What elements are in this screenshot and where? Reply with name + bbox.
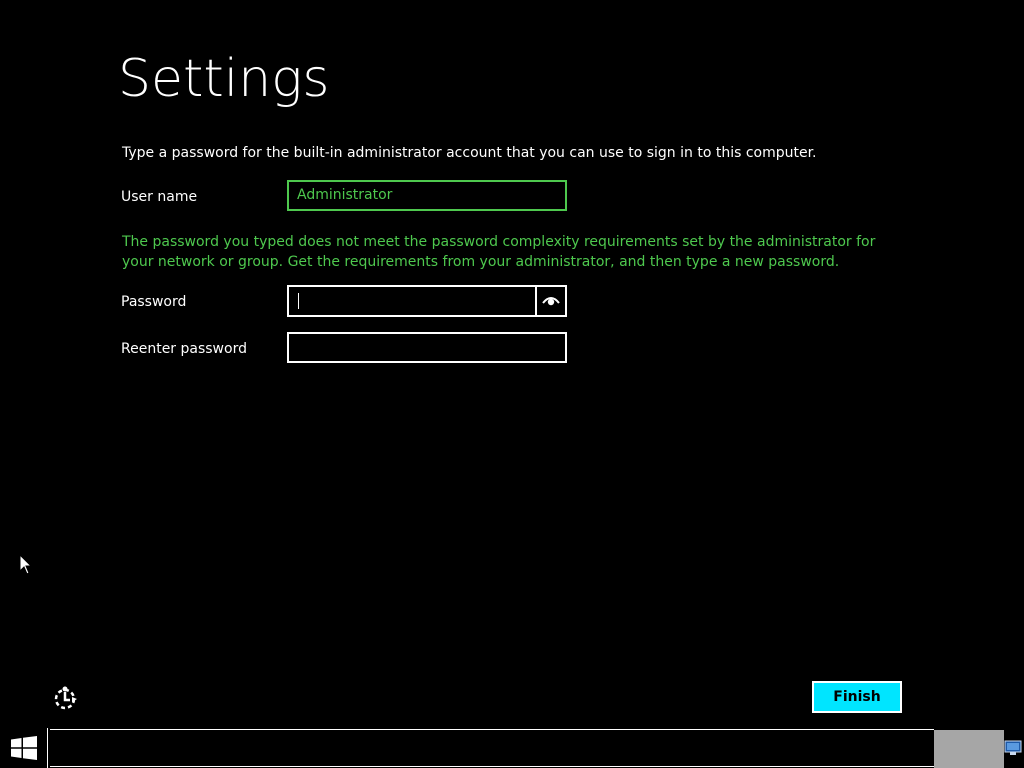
eye-icon xyxy=(542,297,560,306)
password-field[interactable] xyxy=(289,287,537,315)
page-title: Settings xyxy=(118,49,330,109)
mouse-pointer-icon xyxy=(19,554,33,575)
taskbar-app-area[interactable] xyxy=(934,730,1004,768)
network-icon[interactable] xyxy=(1004,740,1022,756)
setup-screen: Settings Type a password for the built-i… xyxy=(0,0,1024,768)
windows-logo-icon xyxy=(10,736,37,760)
ease-of-access-icon xyxy=(54,686,77,710)
intro-text: Type a password for the built-in adminis… xyxy=(122,145,817,161)
text-caret xyxy=(298,293,299,309)
username-label: User name xyxy=(121,189,198,205)
reenter-password-field[interactable] xyxy=(287,332,567,363)
taskbar-band[interactable] xyxy=(50,729,934,767)
start-button[interactable] xyxy=(0,728,48,768)
error-message: The password you typed does not meet the… xyxy=(122,234,876,270)
ease-of-access-button[interactable] xyxy=(52,684,80,712)
finish-button[interactable]: Finish xyxy=(812,681,902,713)
taskbar xyxy=(0,728,1024,768)
username-field[interactable]: Administrator xyxy=(287,180,567,211)
password-field-group xyxy=(287,285,567,317)
reveal-password-button[interactable] xyxy=(537,287,565,315)
password-label: Password xyxy=(121,294,187,310)
reenter-password-label: Reenter password xyxy=(121,341,247,357)
